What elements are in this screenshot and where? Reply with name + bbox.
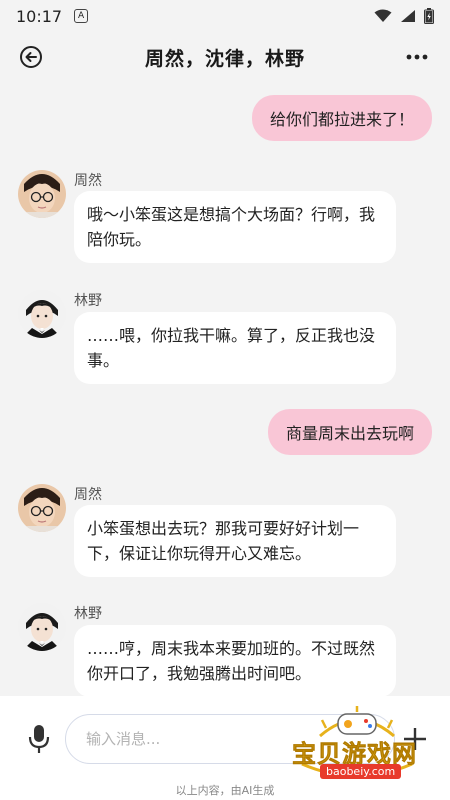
avatar-portrait-icon <box>18 484 66 532</box>
avatar-zhouran[interactable] <box>18 484 66 532</box>
chat-title: 周然，沈律，林野 <box>144 47 305 70</box>
more-dots-icon <box>406 54 428 60</box>
sender-name: 周然 <box>74 173 102 189</box>
message-list[interactable]: 给你们都拉进来了！ 周然 哦～小笨蛋这是想搞个大场面？行啊，我陪你玩。 林野 …… <box>0 80 450 696</box>
other-message-bubble[interactable]: ……喂，你拉我干嘛。算了，反正我也没事。 <box>74 312 396 384</box>
watermark: 宝贝游戏网 baobeiy.com <box>282 706 432 790</box>
back-arrow-icon <box>20 46 42 68</box>
chat-header: 周然，沈律，林野 <box>0 34 450 80</box>
sender-name: 林野 <box>74 293 102 309</box>
other-message-bubble[interactable]: ……哼，周末我本来要加班的。不过既然你开口了，我勉强腾出时间吧。 <box>74 625 396 696</box>
avatar-linye[interactable] <box>18 290 66 338</box>
other-message-bubble[interactable]: 哦～小笨蛋这是想搞个大场面？行啊，我陪你玩。 <box>74 191 396 263</box>
wifi-icon <box>374 9 392 22</box>
more-button[interactable] <box>404 46 430 68</box>
avatar-linye[interactable] <box>18 603 66 651</box>
my-message-bubble[interactable]: 给你们都拉进来了！ <box>251 95 432 141</box>
status-bar: 10:17 A <box>0 0 450 32</box>
chat-screen: 10:17 A 周然，沈律，林野 给你们都拉进来了！ 周然 哦～小笨蛋这是想搞个… <box>0 0 450 800</box>
back-button[interactable] <box>18 44 44 70</box>
other-message-bubble[interactable]: 小笨蛋想出去玩？那我可要好好计划一下，保证让你玩得开心又难忘。 <box>74 505 396 577</box>
signal-icon <box>401 10 415 22</box>
avatar-zhouran[interactable] <box>18 170 66 218</box>
battery-icon <box>424 8 434 24</box>
avatar-portrait-icon <box>18 290 66 338</box>
avatar-portrait-icon <box>18 603 66 651</box>
avatar-portrait-icon <box>18 170 66 218</box>
status-icons <box>374 8 434 24</box>
my-message-bubble[interactable]: 商量周末出去玩啊 <box>267 409 432 455</box>
voice-button[interactable] <box>26 724 52 754</box>
microphone-icon <box>28 725 50 753</box>
watermark-url: baobeiy.com <box>320 764 402 779</box>
sender-name: 周然 <box>74 487 102 503</box>
status-time: 10:17 <box>16 6 63 26</box>
notification-icon: A <box>74 9 89 23</box>
sender-name: 林野 <box>74 606 102 622</box>
